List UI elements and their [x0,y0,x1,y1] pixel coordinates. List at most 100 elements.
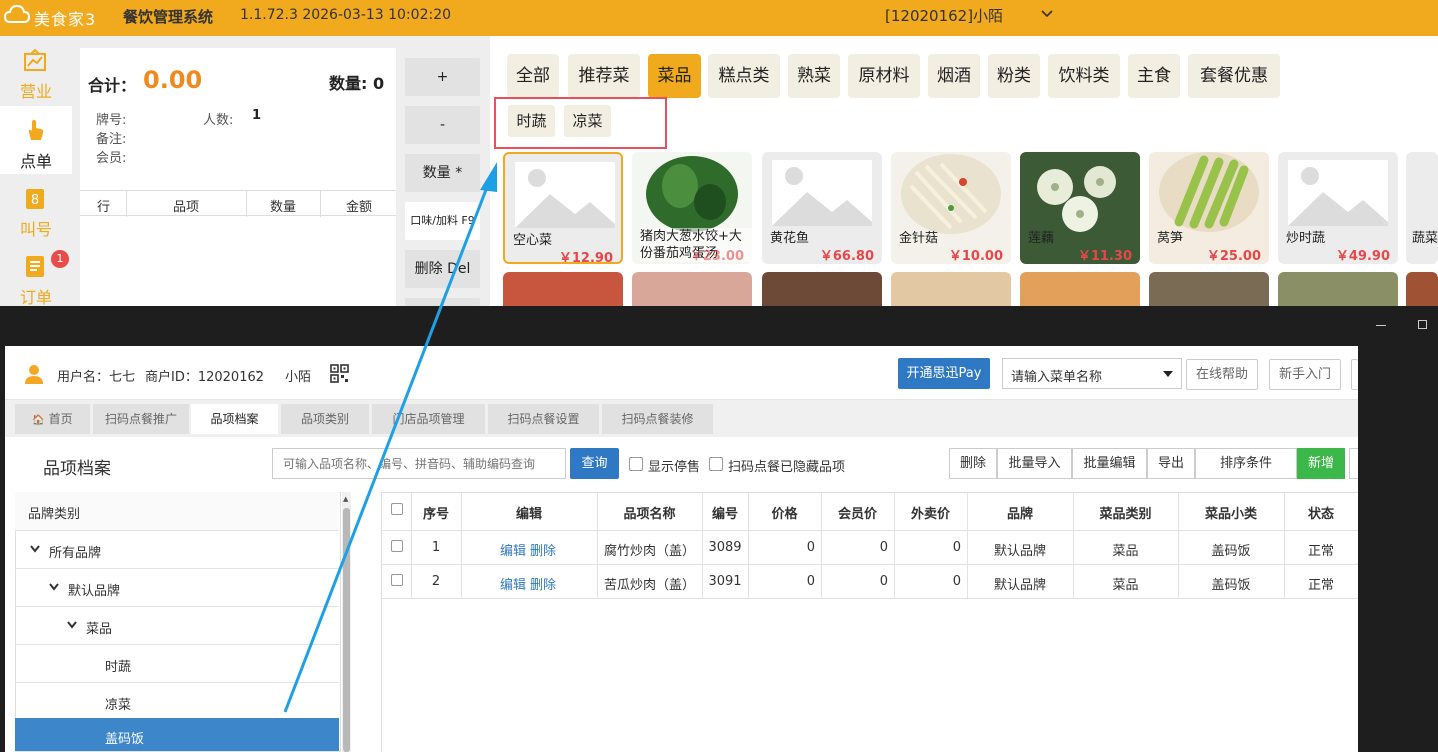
beginner-guide-button[interactable]: 新手入门 [1269,359,1341,390]
dish-price: ￥11.30 [1077,249,1132,264]
nav-call-number[interactable]: 8 叫号 [0,174,72,242]
tab-scan-promo[interactable]: 扫码点餐推广 [93,404,189,434]
tab-raw[interactable]: 原材料 [848,54,920,98]
plus-button[interactable]: + [405,58,480,96]
dish-card[interactable]: 黄花鱼 ￥66.80 [762,152,882,264]
action-button-partial[interactable] [1349,448,1358,479]
tree-node-default-brand[interactable]: 默认品牌 [15,569,339,607]
header-button-partial[interactable] [1351,359,1358,390]
chevron-down-icon[interactable] [1040,7,1054,21]
scroll-up-icon[interactable]: ▲ [343,495,348,503]
order-panel: 合计： 0.00 数量: 0 牌号: 人数: 1 备注: 会员: 行 品项 数量… [80,48,396,306]
chevron-down-icon[interactable]: ⌄ [254,365,262,376]
store-user[interactable]: [12020162]小陌 [885,5,1003,26]
tree-node-dishes[interactable]: 菜品 [15,607,339,645]
select-all-checkbox[interactable] [391,503,403,515]
tab-drinks[interactable]: 饮料类 [1048,54,1120,98]
dish-card-partial[interactable]: 蔬菜 [1406,152,1438,264]
tab-tobacco[interactable]: 烟酒 [928,54,980,98]
nav-orders[interactable]: 1 订单 [0,242,72,310]
item-search-field[interactable] [272,448,566,479]
tab-cooked[interactable]: 熟菜 [788,54,840,98]
sort-condition-button[interactable]: 排序条件 [1195,448,1297,479]
add-new-button[interactable]: 新增 [1297,448,1345,479]
dish-card[interactable]: 炒时蔬 ￥49.90 [1278,152,1398,264]
nav-business[interactable]: 营业 [0,36,72,104]
table-divider [381,598,1358,599]
hidden-scan-checkbox[interactable] [709,457,723,471]
svg-text:8: 8 [31,193,39,208]
tab-pastry[interactable]: 糕点类 [708,54,780,98]
nav-label: 点单 [19,152,52,171]
maximize-icon[interactable] [1418,320,1427,329]
delete-button[interactable]: 删除 Del [405,250,480,288]
cell-status: 正常 [1307,578,1334,593]
page-title: 品项档案 [43,459,111,479]
minimize-icon[interactable] [1376,325,1386,326]
edit-link[interactable]: 编辑 [500,540,526,559]
tab-scan-decor[interactable]: 扫码点餐装修 [602,404,713,434]
menu-search-select[interactable]: 请输入菜单名称 [1002,358,1182,389]
tree-node-all-brands[interactable]: 所有品牌 [15,531,339,569]
dish-price: ￥12.90 [558,251,613,264]
tab-home[interactable]: 🏠 首页 [15,404,90,434]
tree-node-vegetable[interactable]: 时蔬 [15,645,339,683]
tree-node-cold[interactable]: 凉菜 [15,683,339,721]
tree-header: 品牌类别 [15,492,339,531]
tab-store-items[interactable]: 门店品项管理 [372,404,485,434]
batch-import-button[interactable]: 批量导入 [997,448,1072,479]
tab-all[interactable]: 全部 [507,54,559,98]
delete-action-button[interactable]: 删除 [949,448,997,479]
pos-left-nav: 营业 点单 8 叫号 1 订单 [0,36,72,307]
online-help-button[interactable]: 在线帮助 [1186,359,1258,390]
cell-status: 正常 [1307,544,1334,559]
col-row: 行 [97,200,111,215]
tree-scrollbar[interactable] [342,492,351,752]
query-button[interactable]: 查询 [570,448,619,479]
row-checkbox[interactable] [391,574,403,586]
screenshot-stage: { "topbar": { "logo_text": "美食家3", "syst… [0,0,1438,752]
minus-button[interactable]: - [405,106,480,144]
tree-node-label: 盖码饭 [105,732,145,747]
dish-card[interactable]: 莲藕 ￥11.30 [1020,152,1140,264]
tree-node-rice-bowl[interactable]: 盖码饭 [15,718,339,752]
show-stopped-checkbox[interactable] [629,457,643,471]
tab-item-category[interactable]: 品项类别 [281,404,369,434]
open-pay-button[interactable]: 开通思迅Pay [898,358,990,389]
delete-link[interactable]: 删除 [530,540,556,559]
tab-item-archive[interactable]: 品项档案 [191,404,278,434]
more-button-partial[interactable] [405,298,480,306]
flavor-button[interactable]: 口味/加料 F9 [405,202,480,240]
col-header: 价格 [771,507,798,522]
qr-code-icon[interactable] [330,364,349,383]
quantity-button[interactable]: 数量 * [405,154,480,192]
tab-noodles[interactable]: 粉类 [988,54,1040,98]
export-button[interactable]: 导出 [1147,448,1195,479]
tab-combo[interactable]: 套餐优惠 [1188,54,1280,98]
notification-badge: 1 [51,250,69,268]
dish-card[interactable]: 莴笋 ￥25.00 [1149,152,1269,264]
tab-scan-settings[interactable]: 扫码点餐设置 [488,404,599,434]
version-time: 1.1.72.3 2026-03-13 10:02:20 [240,7,452,23]
tab-recommended[interactable]: 推荐菜 [568,54,640,98]
merchant-id[interactable]: 商户ID：12020162 [145,366,264,385]
cell-member-price: 0 [879,540,888,555]
user-avatar-icon [25,365,43,384]
tab-staple[interactable]: 主食 [1128,54,1180,98]
dish-card[interactable]: 空心菜 ￥12.90 [503,152,623,264]
people-value[interactable]: 1 [252,108,261,123]
annotation-highlight-box [494,97,667,149]
col-header: 状态 [1307,507,1334,522]
store-name: 小陌 [285,370,312,385]
nav-order-dish[interactable]: 点单 [0,106,72,174]
menu-search-placeholder: 请输入菜单名称 [1011,370,1103,385]
dish-card[interactable]: 猪肉大葱水饺+大份番茄鸡蛋汤 ￥23.00 [632,152,752,264]
delete-link[interactable]: 删除 [530,574,556,593]
item-search-input[interactable] [273,449,565,478]
row-checkbox[interactable] [391,540,403,552]
cell-member-price: 0 [879,574,888,589]
tab-dishes[interactable]: 菜品 [648,54,701,98]
batch-edit-button[interactable]: 批量编辑 [1072,448,1147,479]
edit-link[interactable]: 编辑 [500,574,526,593]
dish-card[interactable]: 金针菇 ￥10.00 [891,152,1011,264]
